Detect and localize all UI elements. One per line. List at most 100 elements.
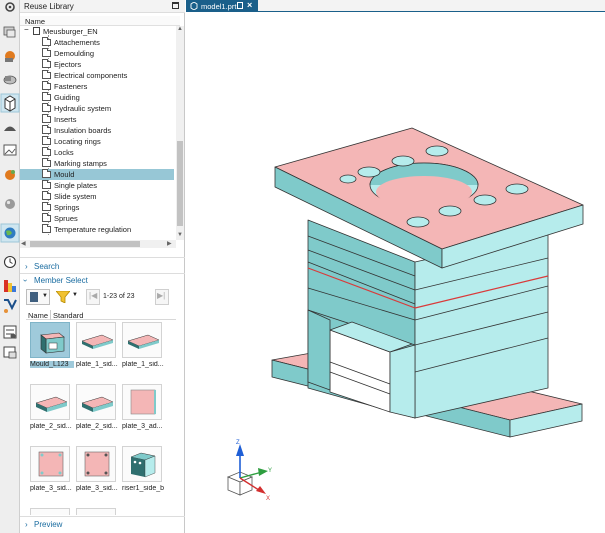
tab-model1[interactable]: model1.prt × (186, 0, 258, 12)
tree-item[interactable]: Springs (20, 202, 174, 213)
knowledge-icon (3, 346, 17, 359)
graphics-window[interactable]: Z Y X (186, 12, 605, 533)
preview-section-header[interactable]: › Preview (20, 519, 185, 530)
folder-icon (42, 158, 51, 167)
tree-item[interactable]: Inserts (20, 114, 174, 125)
member-tile[interactable]: Mould_L123 (30, 322, 74, 370)
member-thumbnail (76, 384, 116, 420)
member-thumbnail (122, 446, 162, 482)
reuse-library-panel: Reuse Library Name − Meusburger_EN Attac… (20, 0, 195, 533)
preview-section-label: Preview (34, 520, 63, 529)
member-tile[interactable]: riser1_side_b (122, 446, 164, 494)
member-tile[interactable] (76, 508, 116, 515)
member-tile[interactable]: plate_1_sid... (122, 322, 164, 370)
dropdown-arrow-icon: ▼ (42, 293, 48, 299)
tree-item[interactable]: Mould (20, 169, 174, 180)
search-section-label: Search (34, 262, 60, 271)
member-tile[interactable]: plate_2_sid... (30, 384, 72, 432)
maximize-icon[interactable] (172, 2, 179, 9)
collapse-icon[interactable]: − (24, 26, 29, 34)
scroll-up-icon[interactable]: ▲ (177, 26, 183, 32)
folder-icon (42, 70, 51, 79)
scroll-thumb[interactable] (177, 141, 183, 226)
tab-title: model1.prt (201, 2, 237, 11)
member-label: plate_2_sid... (76, 423, 118, 430)
first-page-icon: |◀ (89, 291, 98, 300)
tree-item[interactable]: Temperature regulation (20, 224, 174, 235)
mold-wizard-icon (5, 170, 15, 180)
parts-icon (3, 75, 17, 85)
plate-thumbnail-icon (130, 389, 156, 415)
tree-item[interactable]: Hydraulic system (20, 103, 174, 114)
tree-item[interactable]: Slide system (20, 191, 174, 202)
tree-item[interactable]: Guiding (20, 92, 174, 103)
member-label: plate_3_sid... (76, 485, 118, 492)
plate-thumbnail-icon (38, 451, 64, 477)
member-label: Mould_L123 (30, 361, 74, 368)
column-header-name: Name (25, 17, 46, 26)
member-label: plate_1_sid... (122, 361, 164, 368)
member-select-section-header[interactable]: › Member Select (20, 275, 185, 286)
folder-icon (42, 191, 51, 200)
tree-item[interactable]: Locks (20, 147, 174, 158)
view-mode-button[interactable]: ▼ (26, 289, 50, 305)
riser-thumbnail-icon (130, 452, 156, 478)
member-tile[interactable]: plate_3_sid... (76, 446, 118, 494)
scroll-right-icon[interactable]: ▶ (167, 240, 172, 247)
member-tile[interactable]: plate_3_sid... (30, 446, 72, 494)
member-thumbnail (122, 322, 162, 358)
tree-item[interactable]: Electrical components (20, 70, 174, 81)
folder-icon (42, 213, 51, 222)
divider (20, 516, 185, 517)
tree-item-label: Ejectors (54, 60, 82, 69)
tree-item[interactable]: Insulation boards (20, 125, 174, 136)
settings-icon (5, 2, 15, 12)
member-tile[interactable] (30, 508, 70, 515)
filter-button[interactable]: ▼ (54, 289, 80, 305)
tree-item[interactable]: Marking stamps (20, 158, 174, 169)
tree-item[interactable]: Ejectors (20, 59, 174, 70)
tree-item[interactable]: Demoulding (20, 48, 174, 59)
scroll-left-icon[interactable]: ◀ (21, 240, 26, 247)
close-icon[interactable]: × (247, 0, 252, 10)
first-page-button[interactable]: |◀ (86, 289, 100, 305)
folder-icon (42, 224, 51, 233)
coordinate-triad-icon: Z Y X (226, 440, 272, 502)
header-standard[interactable]: Standard (53, 311, 83, 320)
member-list-header: Name Standard (26, 310, 176, 320)
last-page-button[interactable]: ▶| (155, 289, 169, 305)
tree-horizontal-scrollbar[interactable]: ◀ ▶ (20, 240, 176, 248)
chevron-right-icon: › (25, 262, 28, 271)
mould-thumbnail-icon (40, 332, 65, 354)
library-tree[interactable]: − Meusburger_EN Attachements Demoulding Ej… (20, 26, 176, 240)
tree-item[interactable]: Attachements (20, 37, 174, 48)
search-section-header[interactable]: › Search (20, 261, 185, 272)
scroll-down-icon[interactable]: ▼ (177, 232, 183, 238)
member-select-label: Member Select (34, 276, 88, 285)
tree-root[interactable]: − Meusburger_EN (20, 26, 174, 37)
plate-thumbnail-icon (81, 396, 114, 412)
tree-vertical-scrollbar[interactable]: ▲ ▼ (176, 26, 184, 240)
member-tile[interactable]: plate_1_sid... (76, 322, 118, 370)
tree-item[interactable]: Fasteners (20, 81, 174, 92)
member-tile[interactable]: plate_3_ad... (122, 384, 162, 432)
scroll-thumb-h[interactable] (30, 241, 140, 247)
restore-icon[interactable] (237, 2, 243, 9)
sphere-icon (5, 199, 15, 209)
tree-item-label: Inserts (54, 115, 77, 124)
tree-item-label: Locks (54, 148, 74, 157)
tree-item[interactable]: Sprues (20, 213, 174, 224)
roles-icon (3, 325, 17, 339)
folder-icon (42, 37, 51, 46)
tree-item-label: Hydraulic system (54, 104, 112, 113)
member-grid: Mould_L123 plate_1_sid... plate_1_sid...… (20, 320, 198, 515)
column-header[interactable]: Name (20, 16, 180, 26)
tree-item-label: Demoulding (54, 49, 95, 58)
header-name[interactable]: Name (28, 311, 48, 320)
member-tile[interactable]: plate_2_sid... (76, 384, 118, 432)
last-page-icon: ▶| (157, 291, 166, 300)
dropdown-arrow-icon: ▼ (72, 292, 78, 298)
tree-item[interactable]: Locating rings (20, 136, 174, 147)
tree-item[interactable]: Single plates (20, 180, 174, 191)
divider (20, 257, 185, 258)
